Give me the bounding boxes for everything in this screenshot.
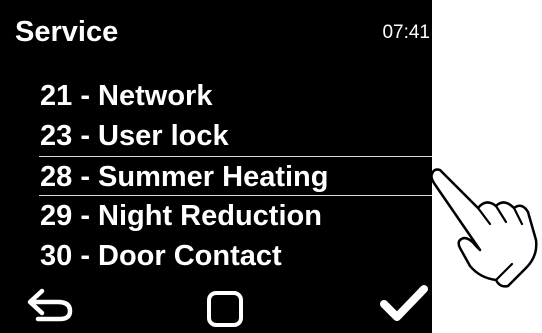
menu-item-summer-heating[interactable]: 28 - Summer Heating [39,156,432,196]
back-arrow-icon [27,288,73,322]
menu-item-network[interactable]: 21 - Network [0,76,432,116]
back-button[interactable] [20,280,80,330]
clock-time: 07:41 [382,22,430,43]
home-button[interactable] [195,284,255,333]
page-title: Service [15,16,119,48]
service-menu-list: 21 - Network 23 - User lock 28 - Summer … [0,76,432,276]
pointing-hand-icon [430,168,538,288]
square-icon [207,291,243,327]
menu-item-user-lock[interactable]: 23 - User lock [0,116,432,156]
menu-item-night-reduction[interactable]: 29 - Night Reduction [0,196,432,236]
device-screen: Service 07:41 21 - Network 23 - User loc… [0,0,432,333]
menu-item-door-contact[interactable]: 30 - Door Contact [0,236,432,276]
